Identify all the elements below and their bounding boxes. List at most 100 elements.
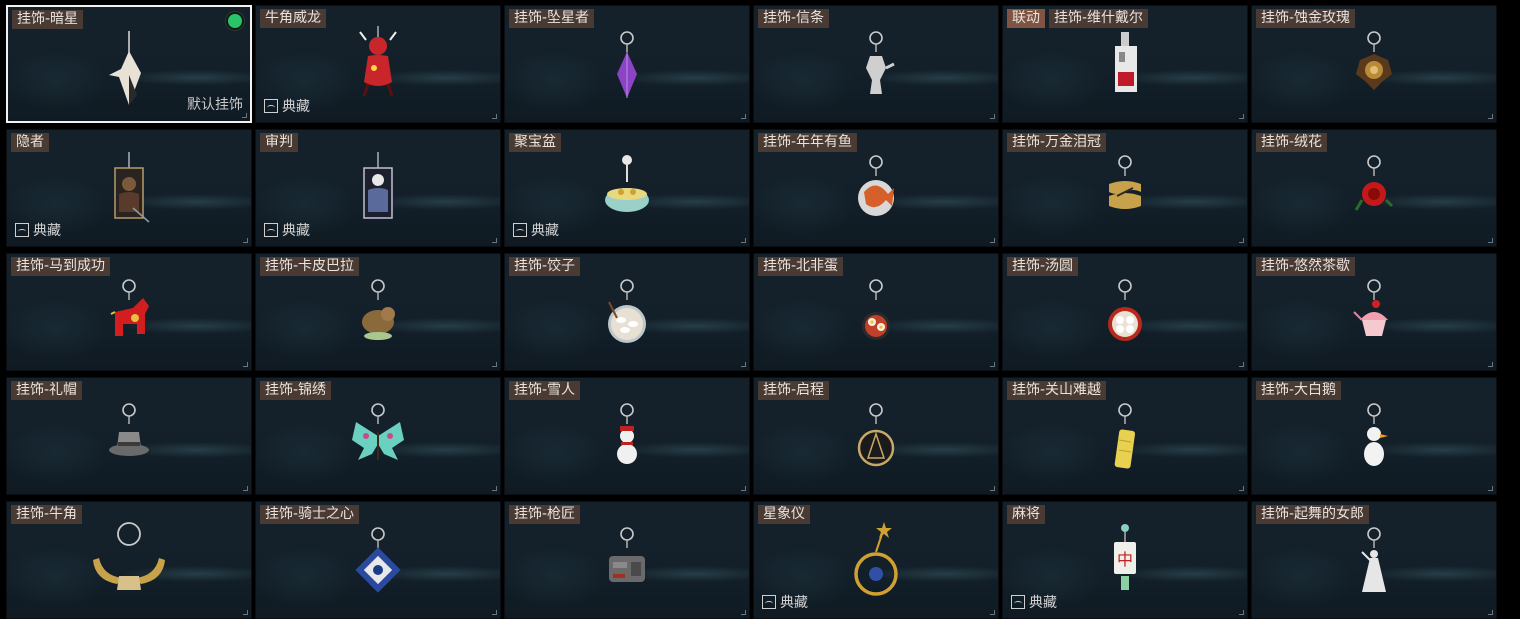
charm-card[interactable]: 挂饰-雪人	[504, 377, 750, 495]
collection-icon	[1011, 595, 1025, 609]
charm-card[interactable]: 挂饰-坠星者	[504, 5, 750, 123]
horse-charm-icon	[89, 272, 169, 370]
snowman-charm-icon	[587, 396, 667, 494]
charm-card[interactable]: 挂饰-关山难越	[1002, 377, 1248, 495]
card-corner-mark	[990, 486, 995, 491]
charm-grid: 挂饰-暗星 默认挂饰 牛角威龙 典藏 挂饰-坠星者 挂饰-信条 联动 挂饰-维什戴尔 挂饰-蚀金…	[6, 5, 1500, 619]
charm-title: 挂饰-大白鹅	[1256, 381, 1342, 400]
charm-title: 挂饰-绒花	[1256, 133, 1328, 152]
charm-title: 挂饰-坠星者	[509, 9, 595, 28]
charm-card[interactable]: 挂饰-卡皮巴拉	[255, 253, 501, 371]
charm-title: 审判	[260, 133, 298, 152]
charm-title-row: 隐者	[11, 133, 49, 152]
card-corner-mark	[243, 610, 248, 615]
star-crystal-charm-icon	[587, 24, 667, 122]
charm-card[interactable]: 挂饰-礼帽	[6, 377, 252, 495]
card-corner-mark	[492, 238, 497, 243]
collection-icon	[15, 223, 29, 237]
card-corner-mark	[1239, 114, 1244, 119]
card-corner-mark	[1239, 238, 1244, 243]
compass-charm-icon	[836, 396, 916, 494]
collab-badge: 联动	[1007, 9, 1045, 28]
collection-icon	[762, 595, 776, 609]
collection-label: 典藏	[780, 595, 808, 611]
card-corner-mark	[741, 610, 746, 615]
charm-title-row: 聚宝盆	[509, 133, 561, 152]
card-corner-mark	[990, 362, 995, 367]
charm-card[interactable]: 挂饰-悠然茶歇	[1251, 253, 1497, 371]
hermit-card-charm-icon	[89, 148, 169, 246]
collection-label: 典藏	[1029, 595, 1057, 611]
charm-card[interactable]: 挂饰-汤圆	[1002, 253, 1248, 371]
charm-title: 挂饰-饺子	[509, 257, 581, 276]
charm-card[interactable]: 挂饰-蚀金玫瑰	[1251, 5, 1497, 123]
charm-title: 挂饰-枪匠	[509, 505, 581, 524]
collection-label: 典藏	[282, 223, 310, 239]
bull-horn-charm-icon	[89, 520, 169, 618]
charm-card[interactable]: 挂饰-暗星默认挂饰	[6, 5, 252, 123]
card-corner-mark	[243, 486, 248, 491]
card-corner-mark	[741, 362, 746, 367]
charm-card[interactable]: 挂饰-大白鹅	[1251, 377, 1497, 495]
charm-card[interactable]: 挂饰-万金泪冠	[1002, 129, 1248, 247]
fish-charm-icon	[836, 148, 916, 246]
card-corner-mark	[1488, 610, 1493, 615]
equipped-indicator	[228, 14, 242, 28]
charm-title-row: 挂饰-启程	[758, 381, 830, 400]
card-corner-mark	[243, 238, 248, 243]
charm-title-row: 挂饰-北非蛋	[758, 257, 844, 276]
card-corner-mark	[492, 114, 497, 119]
card-corner-mark	[1488, 486, 1493, 491]
charm-card[interactable]: 挂饰-启程	[753, 377, 999, 495]
card-corner-mark	[1488, 238, 1493, 243]
charm-title: 挂饰-锦绣	[260, 381, 332, 400]
collection-tag: 典藏	[762, 592, 808, 612]
charm-card[interactable]: 挂饰-年年有鱼	[753, 129, 999, 247]
card-corner-mark	[741, 238, 746, 243]
charm-title-row: 麻将	[1007, 505, 1045, 524]
gold-crown-charm-icon	[1085, 148, 1165, 246]
mahjong-charm-icon: 中	[1085, 520, 1165, 618]
charm-title: 挂饰-启程	[758, 381, 830, 400]
charm-card[interactable]: 挂饰-北非蛋	[753, 253, 999, 371]
charm-title-row: 挂饰-暗星	[12, 10, 84, 29]
charm-title: 麻将	[1007, 505, 1045, 524]
dark-star-charm-icon	[89, 25, 169, 121]
charm-card[interactable]: 挂饰-起舞的女郎	[1251, 501, 1497, 619]
default-charm-label: 默认挂饰	[187, 97, 243, 113]
charm-card[interactable]: 挂饰-骑士之心	[255, 501, 501, 619]
charm-title-row: 挂饰-礼帽	[11, 381, 83, 400]
charm-title: 挂饰-牛角	[11, 505, 83, 524]
collection-icon	[513, 223, 527, 237]
charm-title: 隐者	[11, 133, 49, 152]
planetarium-charm-icon	[836, 520, 916, 618]
card-corner-mark	[990, 238, 995, 243]
collection-icon	[264, 99, 278, 113]
collection-tag: 典藏	[264, 220, 310, 240]
charm-title-row: 挂饰-大白鹅	[1256, 381, 1342, 400]
card-corner-mark	[492, 610, 497, 615]
charm-card[interactable]: 审判典藏	[255, 129, 501, 247]
charm-card[interactable]: 挂饰-绒花	[1251, 129, 1497, 247]
charm-card[interactable]: 挂饰-枪匠	[504, 501, 750, 619]
cupcake-charm-icon	[1334, 272, 1414, 370]
treasure-bowl-charm-icon	[587, 148, 667, 246]
charm-card[interactable]: 牛角威龙 典藏	[255, 5, 501, 123]
charm-title-row: 挂饰-饺子	[509, 257, 581, 276]
charm-card[interactable]: 挂饰-马到成功	[6, 253, 252, 371]
charm-card[interactable]: 聚宝盆 典藏	[504, 129, 750, 247]
card-corner-mark	[242, 113, 247, 118]
charm-title-row: 牛角威龙	[260, 9, 326, 28]
charm-card[interactable]: 麻将中典藏	[1002, 501, 1248, 619]
charm-card[interactable]: 挂饰-锦绣	[255, 377, 501, 495]
knight-heart-charm-icon	[338, 520, 418, 618]
charm-title: 挂饰-暗星	[12, 10, 84, 29]
charm-card[interactable]: 星象仪 典藏	[753, 501, 999, 619]
charm-card[interactable]: 隐者 典藏	[6, 129, 252, 247]
charm-card[interactable]: 挂饰-牛角	[6, 501, 252, 619]
charm-card[interactable]: 挂饰-信条	[753, 5, 999, 123]
charm-card[interactable]: 挂饰-饺子	[504, 253, 750, 371]
charm-card[interactable]: 联动 挂饰-维什戴尔	[1002, 5, 1248, 123]
card-corner-mark	[990, 610, 995, 615]
charm-title-row: 挂饰-牛角	[11, 505, 83, 524]
